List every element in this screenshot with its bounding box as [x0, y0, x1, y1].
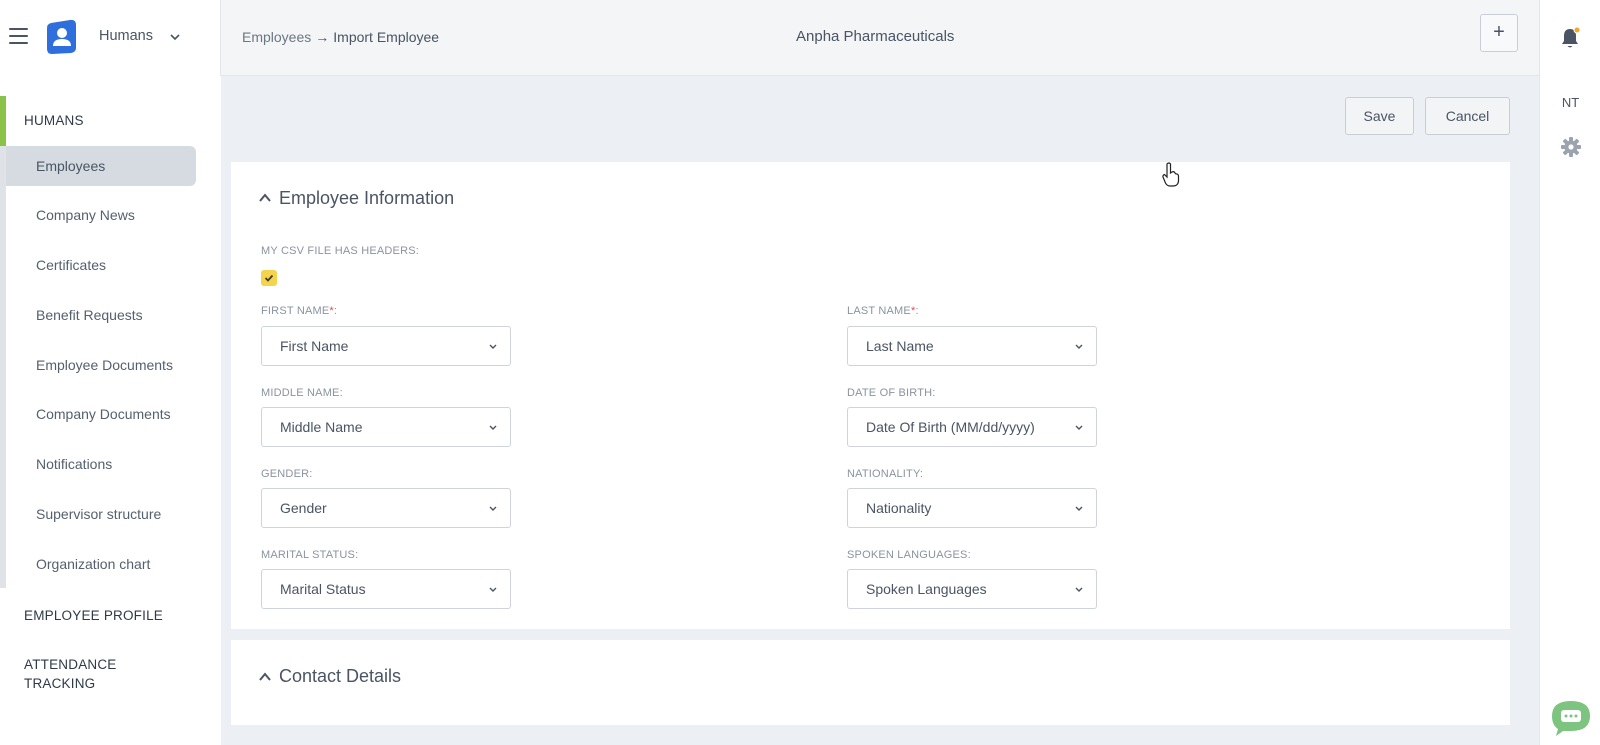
nationality-select[interactable]: Nationality [847, 488, 1097, 528]
contact-details-title[interactable]: Contact Details [279, 666, 401, 687]
gender-select[interactable]: Gender [261, 488, 511, 528]
middle-name-select[interactable]: Middle Name [261, 407, 511, 447]
sidebar-section-employee-profile[interactable]: EMPLOYEE PROFILE [24, 606, 163, 625]
csv-headers-label: MY CSV FILE HAS HEADERS: [261, 245, 420, 257]
add-button[interactable]: + [1480, 14, 1518, 52]
marital-status-select-value: Marital Status [280, 581, 366, 597]
spoken-languages-label: SPOKEN LANGUAGES: [847, 549, 971, 561]
marital-status-select[interactable]: Marital Status [261, 569, 511, 609]
cancel-button[interactable]: Cancel [1425, 97, 1510, 135]
employee-information-card: Employee Information MY CSV FILE HAS HEA… [231, 162, 1510, 629]
first-name-select-value: First Name [280, 338, 349, 354]
sidebar-item-supervisor-structure[interactable]: Supervisor structure [6, 494, 196, 534]
gender-label: GENDER: [261, 468, 313, 480]
chevron-up-icon[interactable] [258, 670, 272, 684]
sidebar-item-certificates[interactable]: Certificates [6, 245, 196, 285]
first-name-label: FIRST NAME*: [261, 305, 337, 317]
sidebar-item-employees[interactable]: Employees [6, 146, 196, 186]
app-switcher[interactable]: Humans [99, 28, 153, 44]
chevron-down-icon [489, 506, 497, 511]
sidebar-section-humans[interactable]: HUMANS [24, 111, 84, 130]
sidebar-item-notifications[interactable]: Notifications [6, 444, 196, 484]
sidebar: HUMANS Employees Company News Certificat… [0, 76, 221, 745]
contact-details-card: Contact Details [231, 640, 1510, 725]
last-name-select-value: Last Name [866, 338, 934, 354]
csv-headers-checkbox[interactable] [261, 270, 277, 286]
nationality-select-value: Nationality [866, 500, 932, 516]
humans-logo-icon[interactable] [45, 19, 78, 54]
breadcrumb-employees-link[interactable]: Employees [242, 29, 311, 45]
company-name: Anpha Pharmaceuticals [796, 28, 955, 45]
hand-cursor-icon [1162, 162, 1180, 187]
hamburger-icon[interactable] [9, 28, 28, 45]
date-of-birth-select-value: Date Of Birth (MM/dd/yyyy) [866, 419, 1035, 435]
bell-icon[interactable] [1559, 26, 1581, 50]
employee-information-title[interactable]: Employee Information [279, 188, 454, 209]
check-icon [264, 274, 274, 282]
chevron-down-icon [1075, 344, 1083, 349]
date-of-birth-select[interactable]: Date Of Birth (MM/dd/yyyy) [847, 407, 1097, 447]
marital-status-label: MARITAL STATUS: [261, 549, 359, 561]
last-name-label-text: LAST NAME [847, 305, 911, 317]
top-bar: Humans Employees → Import Employee Anpha P… [0, 0, 1539, 76]
chat-icon[interactable] [1550, 699, 1592, 737]
sidebar-active-accent [0, 96, 6, 146]
sidebar-item-employee-documents[interactable]: Employee Documents [6, 345, 196, 385]
last-name-select[interactable]: Last Name [847, 326, 1097, 366]
chevron-down-icon [489, 344, 497, 349]
right-rail: NT [1539, 0, 1600, 745]
chevron-up-icon[interactable] [258, 191, 272, 205]
middle-name-select-value: Middle Name [280, 419, 363, 435]
breadcrumb-current: Import Employee [333, 29, 440, 45]
nationality-label: NATIONALITY: [847, 468, 924, 480]
gear-icon[interactable] [1560, 136, 1582, 158]
last-name-label: LAST NAME*: [847, 305, 919, 317]
sidebar-section-attendance-line1: ATTENDANCE [24, 657, 117, 672]
sidebar-section-attendance-tracking[interactable]: ATTENDANCE TRACKING [24, 655, 117, 693]
middle-name-label: MIDDLE NAME: [261, 387, 343, 399]
chevron-down-icon [1075, 587, 1083, 592]
breadcrumb-arrow: → [315, 29, 330, 45]
chevron-down-icon[interactable] [168, 30, 182, 44]
save-button[interactable]: Save [1345, 97, 1414, 135]
chevron-down-icon [489, 587, 497, 592]
date-of-birth-label: DATE OF BIRTH: [847, 387, 936, 399]
spoken-languages-select-value: Spoken Languages [866, 581, 987, 597]
sidebar-item-benefit-requests[interactable]: Benefit Requests [6, 295, 196, 335]
breadcrumb: Employees → Import Employee [242, 29, 439, 45]
sidebar-item-company-documents[interactable]: Company Documents [6, 394, 196, 434]
first-name-label-colon: : [333, 305, 338, 317]
sidebar-section-attendance-line2: TRACKING [24, 676, 96, 691]
gender-select-value: Gender [280, 500, 327, 516]
user-initials[interactable]: NT [1540, 95, 1600, 110]
first-name-select[interactable]: First Name [261, 326, 511, 366]
chevron-down-icon [489, 425, 497, 430]
spoken-languages-select[interactable]: Spoken Languages [847, 569, 1097, 609]
chevron-down-icon [1075, 425, 1083, 430]
sidebar-item-organization-chart[interactable]: Organization chart [6, 544, 196, 584]
chevron-down-icon [1075, 506, 1083, 511]
first-name-label-text: FIRST NAME [261, 305, 330, 317]
sidebar-item-company-news[interactable]: Company News [6, 195, 196, 235]
last-name-label-colon: : [915, 305, 919, 317]
brand-area: Humans [0, 0, 221, 76]
